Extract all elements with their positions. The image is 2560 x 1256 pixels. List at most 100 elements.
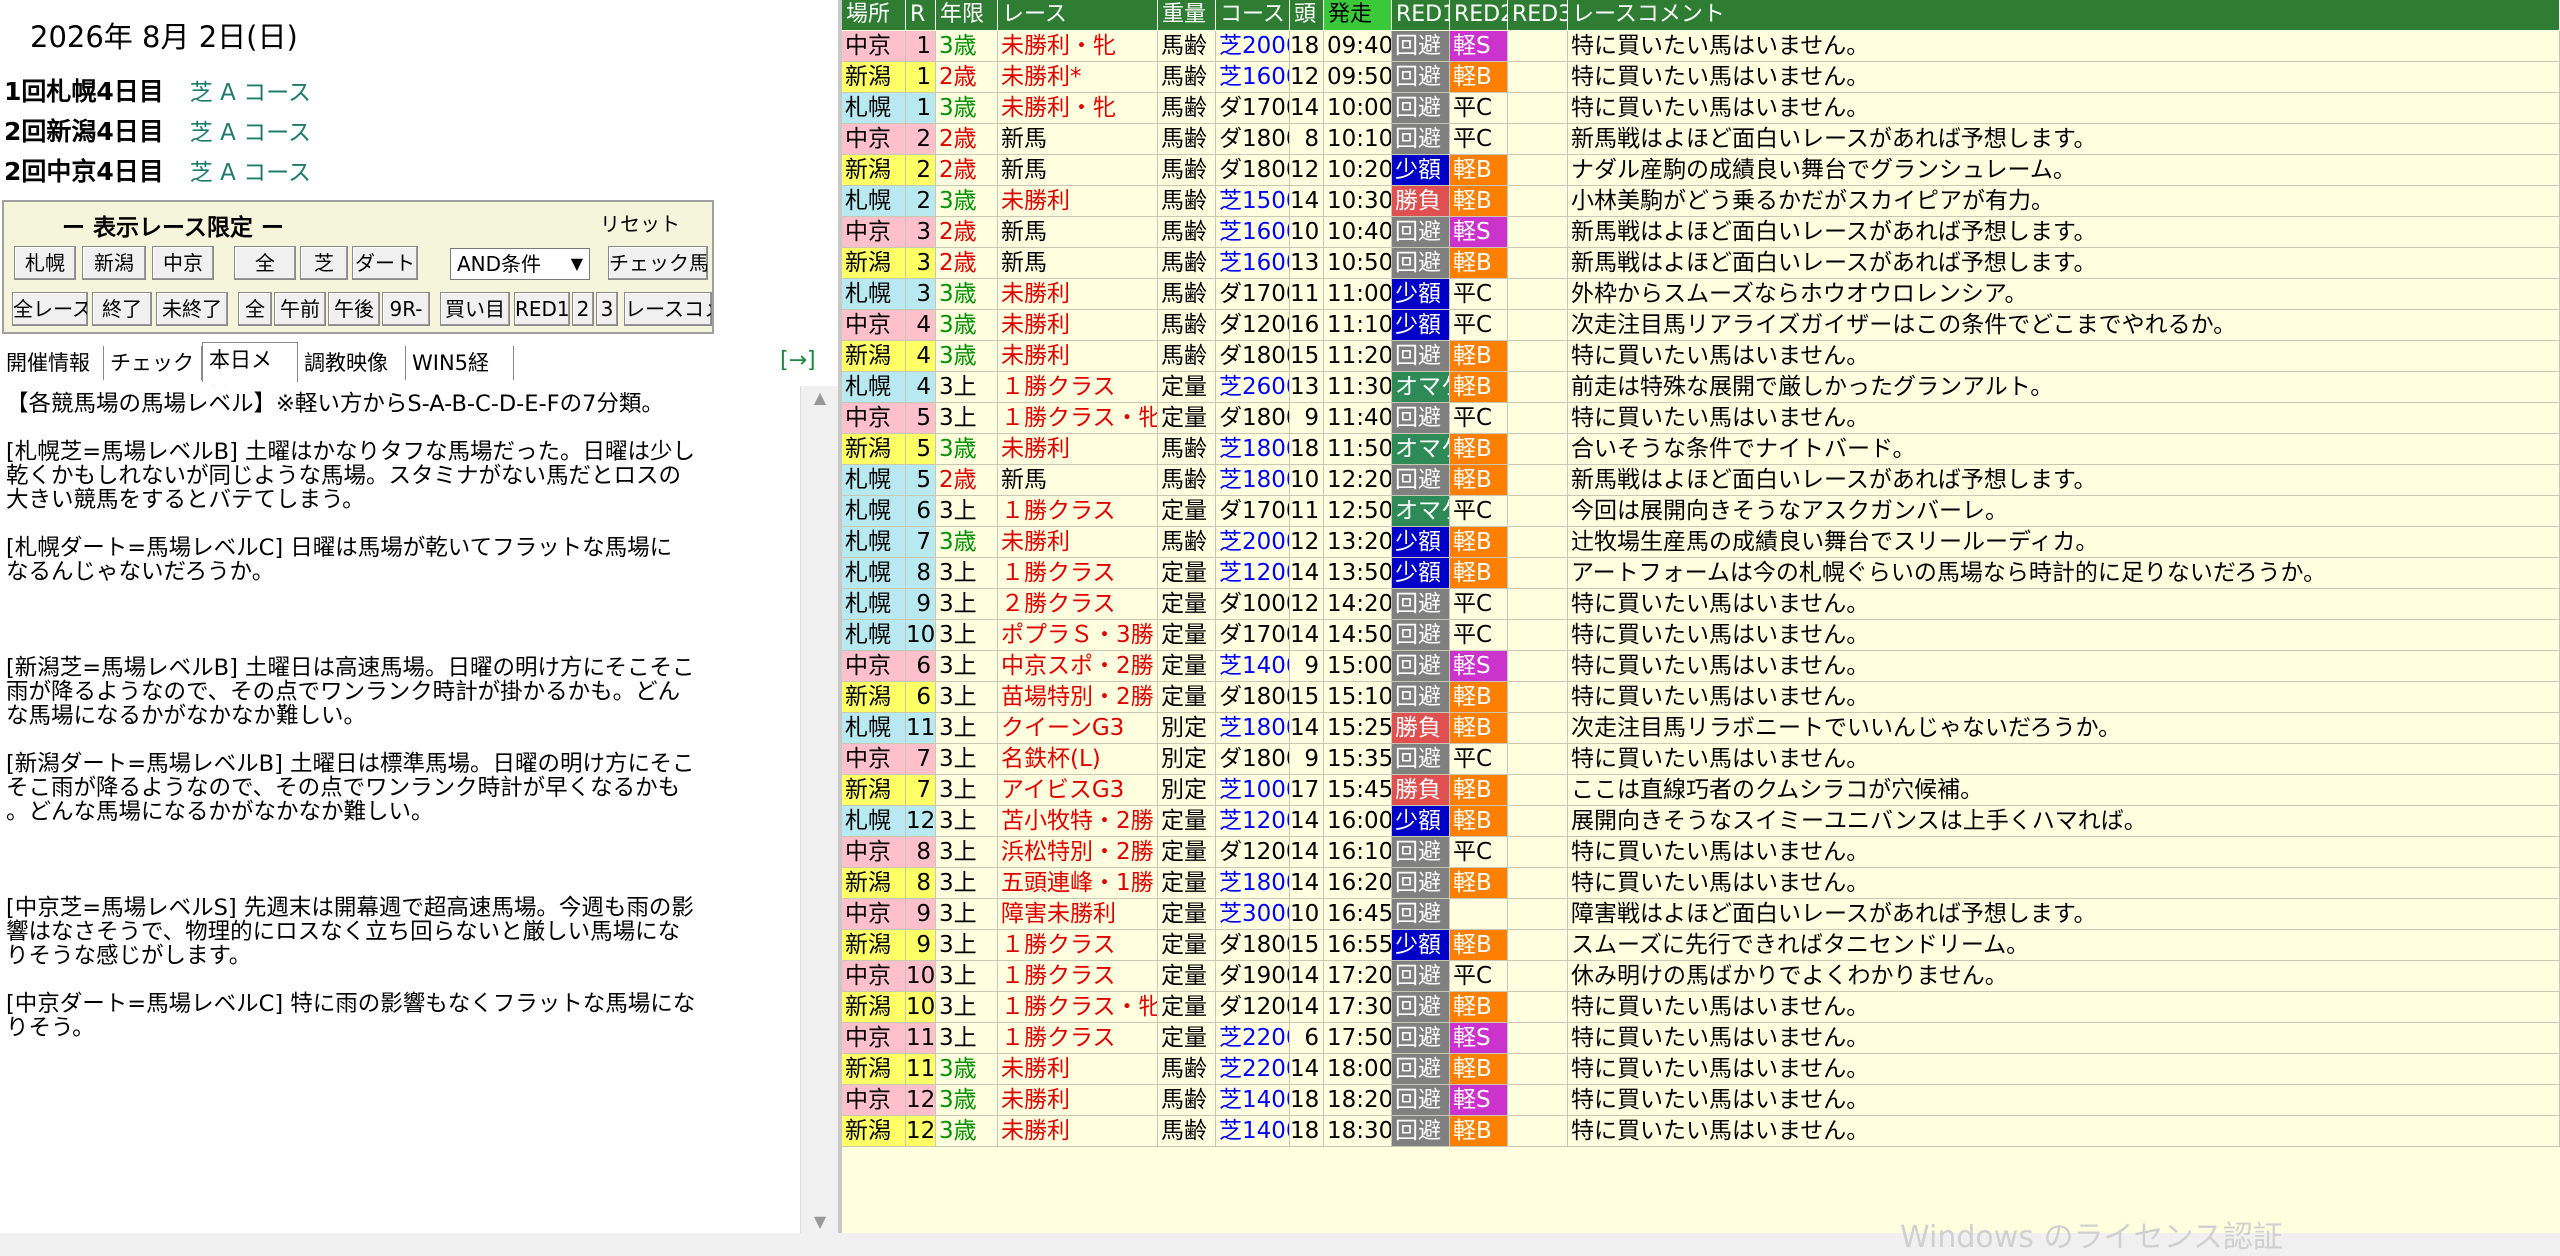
cell-race-comment: 特に買いたい馬はいません。 — [1568, 1085, 2560, 1116]
tab-kaisai-info[interactable]: 開催情報 — [0, 346, 104, 380]
race-row[interactable]: 札幌33歳未勝利馬齢ダ17001111:00少額平C 外枠からスムーズならホウオウ… — [842, 279, 2560, 310]
cell-red3 — [1508, 651, 1568, 682]
tab-win5[interactable]: WIN5経過 — [406, 346, 514, 409]
venue-name: 2回新潟4日目 — [4, 117, 164, 146]
race-row[interactable]: 中京123歳未勝利馬齢芝14001818:20回避軽S 特に買いたい馬はいません。 — [842, 1085, 2560, 1116]
race-row[interactable]: 札幌73歳未勝利馬齢芝20001213:20少額軽B 辻牧場生産馬の成績良い舞台で… — [842, 527, 2560, 558]
race-row[interactable]: 札幌123上苫小牧特・2勝定量芝12001416:00少額軽B 展開向きそうなスイ… — [842, 806, 2560, 837]
race-row[interactable]: 中京113上１勝クラス定量芝2200617:50回避軽S 特に買いたい馬はいません… — [842, 1023, 2560, 1054]
filter-unfinished-button[interactable]: 未終了 — [156, 292, 228, 326]
race-row[interactable]: 中京93上障害未勝利定量芝30001016:45回避 障害戦はよほど面白いレースが… — [842, 899, 2560, 930]
filter-red2-button[interactable]: 2 — [572, 292, 594, 326]
cell-red1: 回避 — [1392, 1023, 1450, 1054]
filter-turf-button[interactable]: 芝 — [300, 246, 348, 280]
cell-venue: 新潟 — [842, 341, 906, 372]
tab-today-memo[interactable]: 本日メモ — [202, 342, 298, 406]
race-row[interactable]: 中京22歳新馬馬齢ダ1800810:10回避平C 新馬戦はよほど面白いレースがあれ… — [842, 124, 2560, 155]
memo-scrollbar[interactable]: ▲ ▼ — [800, 386, 839, 1233]
cell-race-comment: 特に買いたい馬はいません。 — [1568, 62, 2560, 93]
filter-chukyo-button[interactable]: 中京 — [152, 246, 214, 280]
column-header-heads[interactable]: 頭 — [1290, 0, 1324, 30]
race-row[interactable]: 中京53上１勝クラス・牝定量ダ1800911:40回避平C 特に買いたい馬はいませ… — [842, 403, 2560, 434]
filter-niigata-button[interactable]: 新潟 — [82, 246, 146, 280]
cell-race-no: 6 — [906, 651, 936, 682]
column-header-venue[interactable]: 場所 — [842, 0, 906, 30]
race-row[interactable]: 札幌113上クイーンG3別定芝18001415:25勝負軽B 次走注目馬リラボニー… — [842, 713, 2560, 744]
column-header-red3[interactable]: RED3 — [1508, 0, 1568, 30]
cell-venue: 中京 — [842, 31, 906, 62]
filter-all-time-button[interactable]: 全 — [238, 292, 272, 326]
race-row[interactable]: 中京83上浜松特別・2勝定量ダ12001416:10回避平C 特に買いたい馬はいま… — [842, 837, 2560, 868]
column-header-weight[interactable]: 重量 — [1158, 0, 1216, 30]
column-header-red2[interactable]: RED2 — [1450, 0, 1508, 30]
cell-venue: 中京 — [842, 310, 906, 341]
column-header-start-time[interactable]: 発走 — [1324, 0, 1392, 30]
filter-9r-button[interactable]: 9R- — [382, 292, 430, 326]
filter-all-races-button[interactable]: 全レース — [12, 292, 88, 326]
race-row[interactable]: 新潟93上１勝クラス定量ダ18001516:55少額軽B スムーズに先行できればタ… — [842, 930, 2560, 961]
cell-age: 3上 — [936, 496, 998, 527]
tab-check-horse[interactable]: チェック馬 — [104, 346, 202, 409]
cell-weight: 定量 — [1158, 899, 1216, 930]
condition-select[interactable]: AND条件 ▼ — [450, 248, 590, 280]
race-row[interactable]: 札幌13歳未勝利・牝馬齢ダ17001410:00回避平C 特に買いたい馬はいません… — [842, 93, 2560, 124]
filter-dirt-button[interactable]: ダート — [352, 246, 418, 280]
cell-heads: 12 — [1290, 589, 1324, 620]
cell-race-comment: 新馬戦はよほど面白いレースがあれば予想します。 — [1568, 465, 2560, 496]
race-row[interactable]: 新潟103上１勝クラス・牝定量ダ12001417:30回避軽B 特に買いたい馬はい… — [842, 992, 2560, 1023]
cell-red1: オマケ — [1392, 372, 1450, 403]
filter-kaime-button[interactable]: 買い目 — [440, 292, 510, 326]
filter-finished-button[interactable]: 終了 — [92, 292, 152, 326]
race-row[interactable]: 新潟22歳新馬馬齢ダ18001210:20少額軽B ナダル産駒の成績良い舞台でグラ… — [842, 155, 2560, 186]
column-header-red1[interactable]: RED1 — [1392, 0, 1450, 30]
arrow-right-icon[interactable]: [→] — [780, 348, 816, 373]
race-row[interactable]: 札幌23歳未勝利馬齢芝15001410:30勝負軽B 小林美駒がどう乗るかだがスカ… — [842, 186, 2560, 217]
cell-race-name: 未勝利 — [998, 186, 1158, 217]
race-row[interactable]: 中京73上名鉄杯(L)別定ダ1800915:35回避平C 特に買いたい馬はいません… — [842, 744, 2560, 775]
reset-button[interactable]: リセット — [600, 208, 680, 237]
race-row[interactable]: 新潟43歳未勝利馬齢ダ18001511:20回避軽B 特に買いたい馬はいません。 — [842, 341, 2560, 372]
filter-race-comment-button[interactable]: レースコメ — [624, 292, 712, 326]
cell-heads: 18 — [1290, 1116, 1324, 1147]
race-row[interactable]: 中京13歳未勝利・牝馬齢芝20001809:40回避軽S 特に買いたい馬はいません… — [842, 31, 2560, 62]
cell-race-name: 未勝利 — [998, 434, 1158, 465]
filter-sapporo-button[interactable]: 札幌 — [14, 246, 76, 280]
race-row[interactable]: 札幌43上１勝クラス定量芝26001311:30オマケ軽B 前走は特殊な展開で厳し… — [842, 372, 2560, 403]
race-row[interactable]: 新潟83上五頭連峰・1勝定量芝18001416:20回避軽B 特に買いたい馬はいま… — [842, 868, 2560, 899]
race-row[interactable]: 新潟53歳未勝利馬齢芝18001811:50オマケ軽B 合いそうな条件でナイトバー… — [842, 434, 2560, 465]
venue-name: 2回中京4日目 — [4, 157, 164, 186]
race-row[interactable]: 札幌103上ポプラＳ・3勝定量ダ17001414:50回避平C 特に買いたい馬はい… — [842, 620, 2560, 651]
race-row[interactable]: 中京103上１勝クラス定量ダ19001417:20回避平C 休み明けの馬ばかりでよ… — [842, 961, 2560, 992]
race-row[interactable]: 札幌93上２勝クラス定量ダ10001214:20回避平C 特に買いたい馬はいません… — [842, 589, 2560, 620]
filter-morning-button[interactable]: 午前 — [274, 292, 326, 326]
race-row[interactable]: 新潟12歳未勝利*馬齢芝16001209:50回避軽B 特に買いたい馬はいません。 — [842, 62, 2560, 93]
cell-age: 3歳 — [936, 93, 998, 124]
column-header-race-name[interactable]: レース — [998, 0, 1158, 30]
race-row[interactable]: 新潟32歳新馬馬齢芝16001310:50回避軽B 新馬戦はよほど面白いレースがあ… — [842, 248, 2560, 279]
race-row[interactable]: 札幌63上１勝クラス定量ダ17001112:50オマケ平C 今回は展開向きそうなア… — [842, 496, 2560, 527]
race-row[interactable]: 新潟73上アイビスG3別定芝10001715:45勝負軽B ここは直線巧者のクムシ… — [842, 775, 2560, 806]
column-header-course[interactable]: コース — [1216, 0, 1290, 30]
filter-red1-button[interactable]: RED1 — [514, 292, 570, 326]
check-horse-button[interactable]: チェック馬 — [608, 246, 708, 280]
tab-training-video[interactable]: 調教映像 — [298, 346, 406, 380]
race-row[interactable]: 札幌52歳新馬馬齢芝18001012:20回避軽B 新馬戦はよほど面白いレースがあ… — [842, 465, 2560, 496]
filter-all-surface-button[interactable]: 全 — [234, 246, 296, 280]
race-row[interactable]: 中京32歳新馬馬齢芝16001010:40回避軽S 新馬戦はよほど面白いレースがあ… — [842, 217, 2560, 248]
filter-red3-button[interactable]: 3 — [596, 292, 618, 326]
race-row[interactable]: 札幌83上１勝クラス定量芝12001413:50少額軽B アートフォームは今の札幌… — [842, 558, 2560, 589]
column-header-race-comment[interactable]: レースコメント — [1568, 0, 2560, 30]
column-header-age[interactable]: 年限 — [936, 0, 998, 30]
race-row[interactable]: 中京63上中京スポ・2勝定量芝1400915:00回避軽S 特に買いたい馬はいませ… — [842, 651, 2560, 682]
scroll-up-icon[interactable]: ▲ — [801, 388, 839, 407]
race-row[interactable]: 新潟113歳未勝利馬齢芝22001418:00回避軽B 特に買いたい馬はいません。 — [842, 1054, 2560, 1085]
memo-text-area[interactable]: 【各競馬場の馬場レベル】※軽い方からS-A-B-C-D-E-Fの7分類。 [札幌芝… — [0, 386, 800, 1233]
race-row[interactable]: 中京43歳未勝利馬齢ダ12001611:10少額平C 次走注目馬リアライズガイザー… — [842, 310, 2560, 341]
cell-race-name: １勝クラス — [998, 930, 1158, 961]
race-row[interactable]: 新潟63上苗場特別・2勝定量ダ18001515:10回避軽B 特に買いたい馬はいま… — [842, 682, 2560, 713]
race-row[interactable]: 新潟123歳未勝利馬齢芝14001818:30回避軽B 特に買いたい馬はいません。 — [842, 1116, 2560, 1147]
column-header-race-no[interactable]: R — [906, 0, 936, 30]
scroll-down-icon[interactable]: ▼ — [801, 1212, 839, 1231]
cell-weight: 馬齢 — [1158, 186, 1216, 217]
filter-afternoon-button[interactable]: 午後 — [328, 292, 380, 326]
